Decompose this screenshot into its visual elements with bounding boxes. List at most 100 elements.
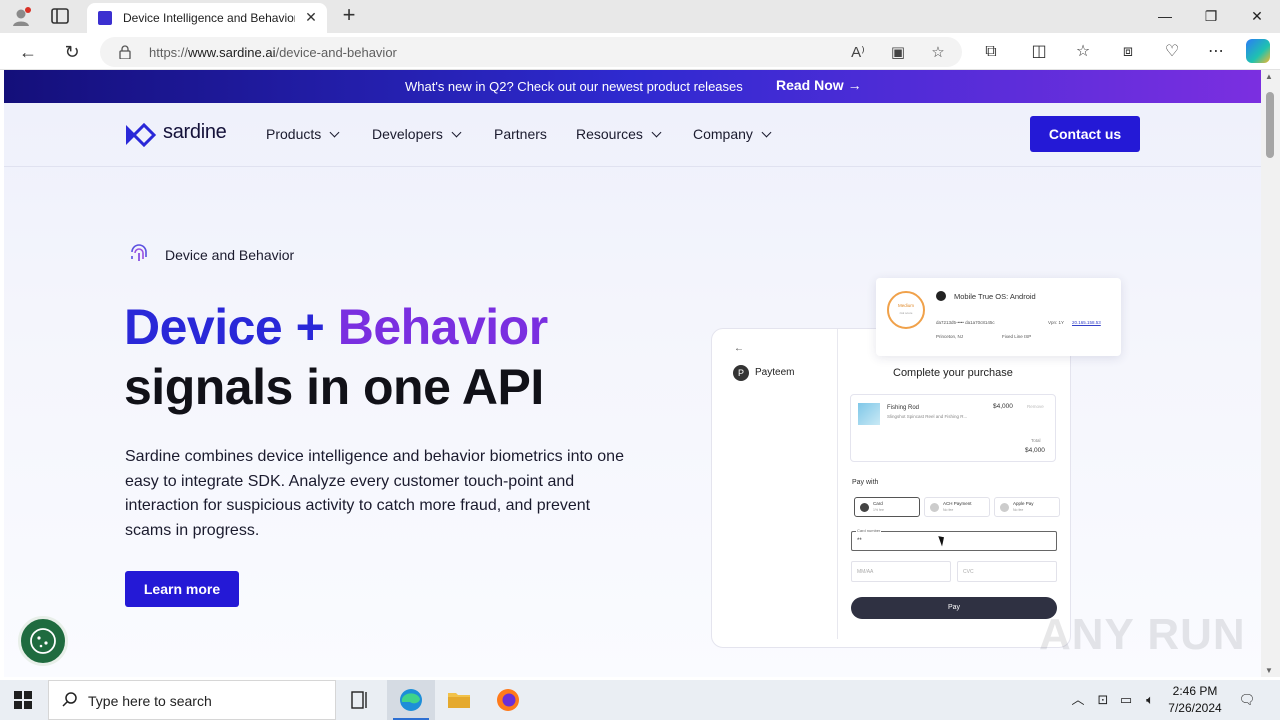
firefox-icon xyxy=(497,689,519,711)
clock-date[interactable]: 7/26/2024 xyxy=(1150,701,1240,715)
windows-start-icon[interactable] xyxy=(14,691,32,709)
task-view-icon xyxy=(351,691,367,709)
nav-company[interactable]: Company xyxy=(693,126,772,142)
announcement-banner: What's new in Q2? Check out our newest p… xyxy=(4,70,1261,103)
card-icon xyxy=(860,503,869,512)
cart-item: Fishing Rod Slingshot Spincast Reel and … xyxy=(850,394,1056,462)
split-screen-icon[interactable]: ◫ xyxy=(1028,41,1050,63)
refresh-icon[interactable]: ↻ xyxy=(60,40,84,64)
chevron-down-icon xyxy=(651,127,662,138)
anyrun-watermark: ANY RUN xyxy=(1039,610,1246,659)
remove-link: Remove xyxy=(1027,404,1044,409)
cvc-field: CVC xyxy=(957,561,1057,582)
settings-more-icon[interactable]: ⋯ xyxy=(1205,41,1227,63)
product-description: Slingshot Spincast Reel and Fishing R... xyxy=(887,414,968,419)
extensions-icon[interactable]: ⧉ xyxy=(980,41,1002,63)
site-navbar: sardine Products Developers Partners Res… xyxy=(4,103,1261,167)
scroll-thumb[interactable] xyxy=(1266,92,1274,158)
immersive-reader-icon[interactable]: ▣ xyxy=(888,43,908,63)
sardine-logo-icon[interactable] xyxy=(124,122,158,148)
task-view-button[interactable] xyxy=(336,680,384,720)
pay-option-fee: No fee xyxy=(1013,508,1024,512)
read-now-link[interactable]: Read Now → xyxy=(776,77,862,93)
ip-address: 20.165.158.53 xyxy=(1072,320,1101,325)
hero-heading-line1: Device + Behavior xyxy=(124,299,548,355)
web-page: What's new in Q2? Check out our newest p… xyxy=(4,70,1261,677)
pay-option-ach: ACH Payment No fee xyxy=(924,497,990,517)
address-toolbar: ← ↻ https://www.sardine.ai/device-and-be… xyxy=(0,33,1280,70)
total-value: $4,000 xyxy=(1025,447,1045,454)
nav-products[interactable]: Products xyxy=(266,126,340,142)
chevron-down-icon xyxy=(329,127,340,138)
search-icon xyxy=(62,692,77,707)
section-eyebrow: Device and Behavior xyxy=(165,247,295,263)
favorite-star-icon[interactable]: ☆ xyxy=(928,43,948,63)
contact-us-button[interactable]: Contact us xyxy=(1030,116,1140,152)
url-text[interactable]: https://www.sardine.ai/device-and-behavi… xyxy=(149,45,397,60)
pay-option-fee: No fee xyxy=(943,508,954,512)
new-tab-icon[interactable]: + xyxy=(338,4,360,27)
close-window-icon[interactable]: ✕ xyxy=(1242,4,1272,28)
risk-sub: risk score xyxy=(899,311,913,315)
nav-partners[interactable]: Partners xyxy=(494,126,547,142)
product-price: $4,000 xyxy=(993,403,1013,410)
minimize-icon[interactable]: — xyxy=(1150,4,1180,28)
network-device-icon[interactable]: ⊡ xyxy=(1094,691,1112,709)
pay-option-name: Apple Pay xyxy=(1013,501,1034,506)
network-icon[interactable]: ▭ xyxy=(1117,691,1135,709)
risk-label: Medium xyxy=(897,303,914,308)
profile-icon[interactable] xyxy=(10,6,32,28)
learn-more-button[interactable]: Learn more xyxy=(125,571,239,607)
tab-actions-icon[interactable] xyxy=(50,7,70,25)
card-number-label: Card number xyxy=(856,528,882,533)
read-aloud-icon[interactable]: A⁾ xyxy=(848,43,868,63)
card-number-value: ** xyxy=(857,538,862,544)
payteem-logo: P xyxy=(733,365,749,381)
file-explorer-button[interactable] xyxy=(435,680,483,720)
cvc-placeholder: CVC xyxy=(963,569,974,575)
active-tab[interactable]: Device Intelligence and Behavior ✕ xyxy=(87,3,327,33)
close-tab-icon[interactable]: ✕ xyxy=(303,9,319,25)
edge-icon xyxy=(400,689,422,711)
pay-option-name: ACH Payment xyxy=(943,501,972,506)
page-scrollbar[interactable]: ▲ ▼ xyxy=(1261,70,1280,677)
edge-taskbar-button[interactable] xyxy=(387,680,435,720)
taskbar-search[interactable]: Type here to search xyxy=(48,680,336,720)
cookie-icon xyxy=(30,628,56,654)
show-hidden-icons-icon[interactable]: ︿ xyxy=(1069,691,1087,709)
scroll-down-icon[interactable]: ▼ xyxy=(1265,666,1273,675)
pay-option-name: Card xyxy=(873,501,883,506)
cookie-settings-button[interactable] xyxy=(18,616,68,666)
product-thumbnail xyxy=(858,403,880,425)
firefox-taskbar-button[interactable] xyxy=(484,680,532,720)
pay-option-card: Card 1% fee xyxy=(854,497,920,517)
back-icon[interactable]: ← xyxy=(16,40,40,64)
search-placeholder: Type here to search xyxy=(88,693,212,709)
nav-developers[interactable]: Developers xyxy=(372,126,462,142)
lock-icon[interactable] xyxy=(119,45,131,59)
card-number-field: Card number ** xyxy=(851,528,1057,551)
sardine-favicon-icon xyxy=(98,11,112,25)
merchant-name: Payteem xyxy=(755,367,795,378)
copilot-icon[interactable] xyxy=(1246,39,1270,63)
hero-heading-line2: signals in one API xyxy=(124,359,544,415)
product-name: Fishing Rod xyxy=(887,405,920,411)
notifications-icon[interactable]: 🗨︎ xyxy=(1238,691,1256,709)
address-bar[interactable]: https://www.sardine.ai/device-and-behavi… xyxy=(100,37,962,67)
pay-option-apple: Apple Pay No fee xyxy=(994,497,1060,517)
banner-text: What's new in Q2? Check out our newest p… xyxy=(405,79,743,94)
restore-icon[interactable]: ❐ xyxy=(1196,4,1226,28)
browser-essentials-icon[interactable]: ♡ xyxy=(1161,41,1183,63)
folder-icon xyxy=(448,693,470,708)
sardine-logo-text[interactable]: sardine xyxy=(163,121,227,144)
clock-time[interactable]: 2:46 PM xyxy=(1150,684,1240,698)
device-os: Mobile True OS: Android xyxy=(954,292,1036,301)
pay-option-fee: 1% fee xyxy=(873,508,884,512)
scroll-up-icon[interactable]: ▲ xyxy=(1265,72,1273,81)
pay-with-label: Pay with xyxy=(852,479,879,486)
mockup-back-icon: ← xyxy=(734,343,744,354)
nav-resources[interactable]: Resources xyxy=(576,126,662,142)
risk-score-ring: Medium risk score xyxy=(887,291,925,329)
collections-icon[interactable]: ⧈ xyxy=(1117,41,1139,63)
favorites-icon[interactable]: ☆ xyxy=(1072,41,1094,63)
